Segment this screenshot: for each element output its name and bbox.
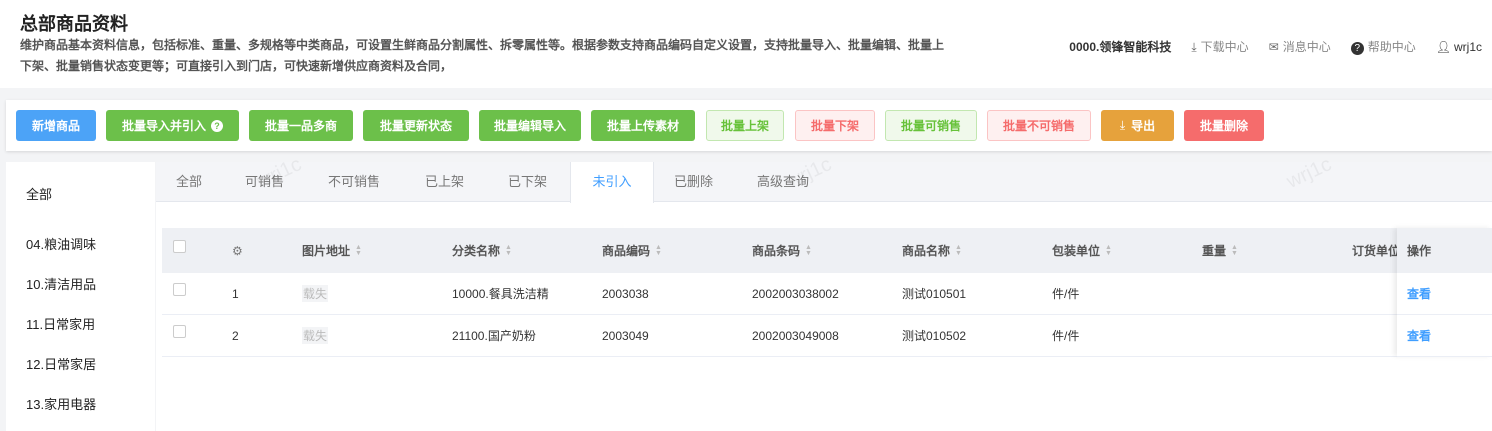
main-panel: 全部 可销售 不可销售 已上架 已下架 未引入 已删除 高级查询 wrj1c w…: [156, 153, 1492, 431]
row-index: 2: [232, 328, 239, 343]
sidebar-item[interactable]: 13.家用电器: [26, 394, 96, 413]
batch-import-intro-button[interactable]: 批量导入并引入?: [106, 110, 239, 141]
col-name[interactable]: 商品名称 ▲ ▼: [902, 228, 962, 273]
sort-icon[interactable]: ▲ ▼: [655, 244, 662, 257]
user-icon: 👤︎: [1435, 39, 1451, 54]
help-icon: ?: [1350, 42, 1364, 55]
sidebar-item[interactable]: 04.粮油调味: [26, 234, 96, 253]
col-barcode[interactable]: 商品条码 ▲ ▼: [752, 228, 812, 273]
action-column: 操作 查看 查看: [1397, 228, 1492, 357]
col-image[interactable]: 图片地址 ▲ ▼: [302, 228, 362, 273]
user-menu[interactable]: 👤︎ wrj1c: [1436, 40, 1482, 54]
tab-deleted[interactable]: 已删除: [674, 162, 713, 202]
view-link[interactable]: 查看: [1397, 285, 1431, 302]
download-center-link[interactable]: ⤓ 下载中心: [1191, 38, 1248, 55]
batch-on-shelf-button[interactable]: 批量上架: [706, 110, 784, 141]
sidebar-item[interactable]: 11.日常家用: [26, 314, 95, 333]
page-description: 维护商品基本资料信息，包括标准、重量、多规格等中类商品，可设置生鲜商品分割属性、…: [20, 38, 945, 73]
tab-unsellable[interactable]: 不可销售: [328, 162, 380, 202]
unit-cell: 件/件: [1052, 329, 1080, 343]
batch-update-status-button[interactable]: 批量更新状态: [363, 110, 469, 141]
name-cell: 测试010501: [902, 287, 967, 301]
sidebar-item-all[interactable]: 全部: [26, 184, 52, 203]
row-checkbox[interactable]: [173, 283, 186, 296]
col-weight[interactable]: 重量 ▲ ▼: [1202, 228, 1238, 273]
mail-icon: ✉: [1268, 40, 1279, 54]
row-index: 1: [232, 286, 239, 301]
table-row: 1 载失 10000.餐具洗洁精 2003038 2002003038002 测…: [162, 273, 1492, 315]
sort-icon[interactable]: ▲ ▼: [505, 244, 512, 257]
help-icon[interactable]: ?: [211, 119, 223, 132]
tab-all[interactable]: 全部: [176, 162, 202, 202]
message-center-link[interactable]: ✉ 消息中心: [1269, 38, 1331, 55]
unit-cell: 件/件: [1052, 287, 1080, 301]
barcode-cell: 2002003038002: [752, 286, 839, 301]
batch-unsellable-button[interactable]: 批量不可销售: [987, 110, 1091, 141]
sort-icon[interactable]: ▲ ▼: [355, 244, 362, 257]
col-action: 操作: [1407, 244, 1432, 258]
sort-icon[interactable]: ▲ ▼: [955, 244, 962, 257]
name-cell: 测试010502: [902, 329, 967, 343]
col-code[interactable]: 商品编码 ▲ ▼: [602, 228, 662, 273]
table-header: ⚙ 图片地址 ▲ ▼ 分类名称 ▲ ▼ 商品编码 ▲ ▼ 商品条码 ▲ ▼ 商品名称 ▲ ▼ 包装单…: [162, 228, 1492, 273]
sort-icon[interactable]: ▲ ▼: [1231, 244, 1238, 257]
tab-off-shelf[interactable]: 已下架: [508, 162, 547, 202]
batch-sellable-button[interactable]: 批量可销售: [885, 110, 977, 141]
sidebar-item[interactable]: 10.清洁用品: [26, 274, 96, 293]
image-load-failed: 载失: [302, 327, 329, 344]
download-icon: ⤓: [1191, 40, 1197, 54]
view-link[interactable]: 查看: [1397, 327, 1431, 344]
col-order-unit[interactable]: 订货单位: [1352, 228, 1400, 273]
batch-multi-supplier-button[interactable]: 批量一品多商: [249, 110, 353, 141]
batch-off-shelf-button[interactable]: 批量下架: [795, 110, 875, 141]
download-icon: ⤓: [1119, 118, 1126, 132]
row-checkbox[interactable]: [173, 325, 186, 338]
toolbar: 新增商品 批量导入并引入? 批量一品多商 批量更新状态 批量编辑导入 批量上传素…: [6, 100, 1492, 151]
sidebar-item[interactable]: 12.日常家居: [26, 354, 96, 373]
batch-upload-material-button[interactable]: 批量上传素材: [591, 110, 695, 141]
select-all-checkbox[interactable]: [173, 240, 186, 253]
image-load-failed: 载失: [302, 285, 329, 302]
tab-on-shelf[interactable]: 已上架: [425, 162, 464, 202]
tab-not-imported[interactable]: 未引入: [570, 162, 654, 203]
page-header: 总部商品资料 维护商品基本资料信息，包括标准、重量、多规格等中类商品，可设置生鲜…: [0, 0, 1492, 88]
table-row: 2 载失 21100.国产奶粉 2003049 2002003049008 测试…: [162, 315, 1492, 357]
add-product-button[interactable]: 新增商品: [16, 110, 96, 141]
code-cell: 2003049: [602, 328, 649, 343]
category-sidebar: 全部 04.粮油调味 10.清洁用品 11.日常家用 12.日常家居 13.家用…: [6, 162, 155, 431]
page-title: 总部商品资料: [20, 14, 128, 34]
batch-delete-button[interactable]: 批量删除: [1184, 110, 1264, 141]
help-center-link[interactable]: ? 帮助中心: [1350, 38, 1416, 55]
code-cell: 2003038: [602, 286, 649, 301]
barcode-cell: 2002003049008: [752, 328, 839, 343]
sort-icon[interactable]: ▲ ▼: [805, 244, 812, 257]
gear-icon[interactable]: ⚙: [232, 228, 243, 273]
category-cell: 10000.餐具洗洁精: [452, 287, 549, 301]
batch-edit-import-button[interactable]: 批量编辑导入: [479, 110, 581, 141]
col-unit[interactable]: 包装单位 ▲ ▼: [1052, 228, 1112, 273]
sort-icon[interactable]: ▲ ▼: [1105, 244, 1112, 257]
col-category[interactable]: 分类名称 ▲ ▼: [452, 228, 512, 273]
category-cell: 21100.国产奶粉: [452, 329, 536, 343]
export-button[interactable]: ⤓ 导出: [1101, 110, 1174, 141]
org-name[interactable]: 0000.领锋智能科技: [1069, 38, 1171, 55]
